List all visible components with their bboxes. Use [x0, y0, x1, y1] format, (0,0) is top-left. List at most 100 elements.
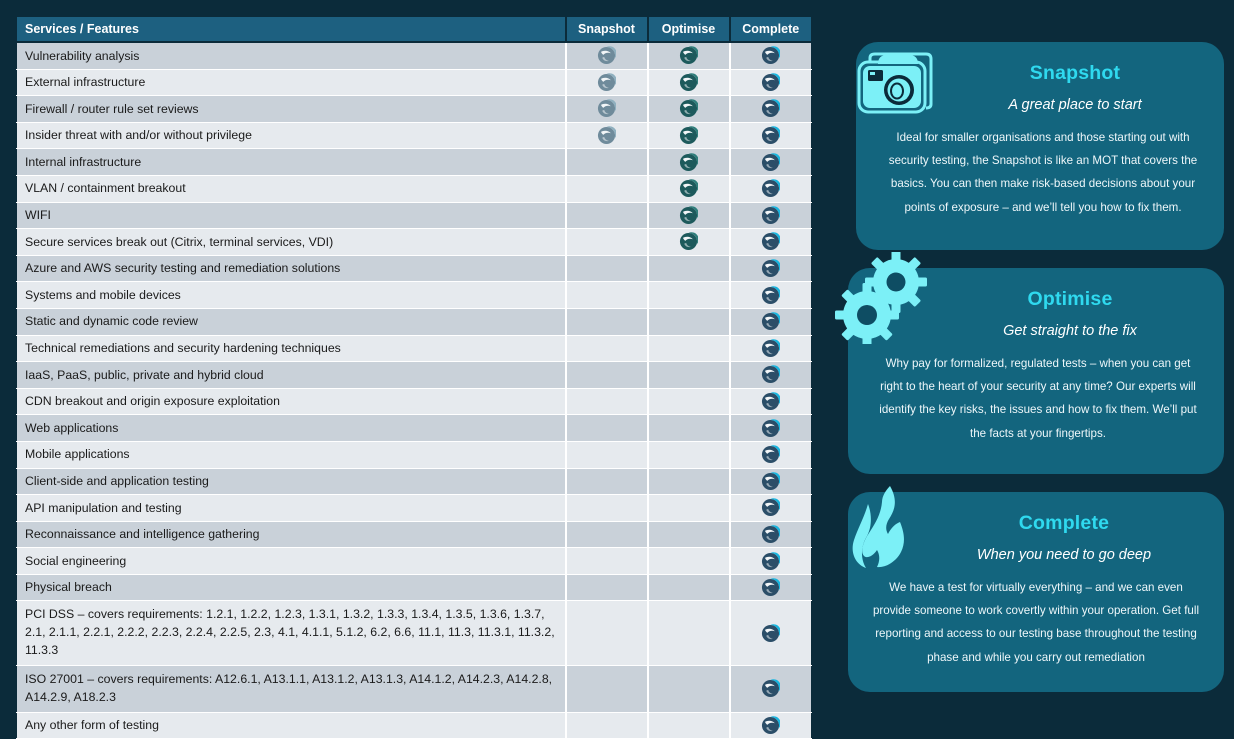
feature-name-cell: Mobile applications — [16, 441, 567, 469]
cell-complete — [729, 441, 812, 469]
cell-complete — [729, 255, 812, 283]
feature-name-cell: VLAN / containment breakout — [16, 175, 567, 203]
complete-check-logo-icon — [761, 259, 781, 278]
cell-optimise — [647, 600, 731, 666]
complete-check-logo-icon — [761, 418, 781, 438]
cell-snapshot — [565, 712, 649, 739]
cell-snapshot — [565, 574, 649, 602]
cell-snapshot — [565, 468, 649, 496]
cell-optimise — [647, 228, 731, 256]
table-row: WIFI — [16, 202, 812, 230]
complete-check-logo-icon — [761, 445, 781, 464]
cell-snapshot — [565, 494, 649, 522]
cell-snapshot — [565, 228, 649, 256]
cell-complete — [729, 600, 812, 666]
complete-check-logo-icon — [761, 179, 781, 198]
complete-check-logo-icon — [761, 312, 781, 331]
cell-complete — [729, 122, 812, 150]
cell-complete — [729, 148, 812, 176]
feature-name-cell: ISO 27001 – covers requirements: A12.6.1… — [16, 665, 567, 713]
table-row: Physical breach — [16, 574, 812, 602]
services-features-table: Services / Features Snapshot Optimise Co… — [16, 16, 812, 739]
feature-name-cell: Azure and AWS security testing and remed… — [16, 255, 567, 283]
feature-name-cell: PCI DSS – covers requirements: 1.2.1, 1.… — [16, 600, 567, 666]
optimise-check-logo-icon — [679, 232, 698, 251]
complete-check-logo-icon — [761, 232, 781, 251]
cell-snapshot — [565, 414, 649, 442]
cell-snapshot — [565, 95, 649, 123]
complete-check-logo-icon — [761, 578, 781, 597]
cell-snapshot — [565, 42, 649, 70]
complete-check-logo-icon — [761, 679, 781, 698]
cell-snapshot — [565, 69, 649, 97]
cell-complete — [729, 388, 812, 416]
camera-icon — [854, 46, 948, 118]
cell-optimise — [647, 388, 731, 416]
feature-name-cell: External infrastructure — [16, 69, 567, 97]
feature-name-cell: Social engineering — [16, 547, 567, 575]
optimise-check-logo-icon — [679, 179, 698, 198]
cell-snapshot — [565, 665, 649, 713]
table-row: Systems and mobile devices — [16, 281, 812, 309]
tier-cards-panel: Snapshot A great place to start Ideal fo… — [822, 0, 1234, 720]
table-row: Firewall / router rule set reviews — [16, 95, 812, 123]
cell-optimise — [647, 148, 731, 176]
card-snapshot[interactable]: Snapshot A great place to start Ideal fo… — [856, 42, 1224, 250]
cell-snapshot — [565, 361, 649, 389]
table-row: Client-side and application testing — [16, 468, 812, 496]
table-header-row: Services / Features Snapshot Optimise Co… — [16, 16, 812, 43]
table-row: Insider threat with and/or without privi… — [16, 122, 812, 150]
optimise-check-logo-icon — [679, 46, 698, 65]
card-optimise-body: Why pay for formalized, regulated tests … — [879, 357, 1197, 440]
card-complete-body: We have a test for virtually everything … — [872, 581, 1200, 664]
optimise-check-logo-icon — [679, 206, 698, 225]
cell-snapshot — [565, 388, 649, 416]
table-row: Azure and AWS security testing and remed… — [16, 255, 812, 283]
complete-check-logo-icon — [761, 99, 781, 118]
cell-optimise — [647, 69, 731, 97]
feature-name-cell: Any other form of testing — [16, 712, 567, 739]
snapshot-check-logo-icon — [597, 73, 616, 92]
cell-complete — [729, 414, 812, 442]
cell-optimise — [647, 521, 731, 549]
complete-check-logo-icon — [761, 498, 781, 517]
complete-check-logo-icon — [761, 365, 781, 384]
feature-name-cell: Reconnaissance and intelligence gatherin… — [16, 521, 567, 549]
cell-optimise — [647, 414, 731, 442]
card-optimise-subtitle: Get straight to the fix — [1003, 323, 1137, 339]
table-row: Social engineering — [16, 547, 812, 575]
cell-snapshot — [565, 122, 649, 150]
snapshot-check-logo-icon — [597, 126, 616, 145]
snapshot-check-logo-icon — [597, 46, 616, 65]
table-row: ISO 27001 – covers requirements: A12.6.1… — [16, 665, 812, 713]
cell-complete — [729, 42, 812, 70]
cell-complete — [729, 281, 812, 309]
feature-name-cell: Technical remediations and security hard… — [16, 335, 567, 363]
table-row: CDN breakout and origin exposure exploit… — [16, 388, 812, 416]
cell-complete — [729, 308, 812, 336]
feature-name-cell: Web applications — [16, 414, 567, 442]
cell-complete — [729, 494, 812, 522]
table-row: Static and dynamic code review — [16, 308, 812, 336]
complete-check-logo-icon — [761, 716, 781, 735]
card-complete[interactable]: Complete When you need to go deep We hav… — [848, 486, 1224, 692]
cell-complete — [729, 95, 812, 123]
cell-snapshot — [565, 175, 649, 203]
cell-snapshot — [565, 148, 649, 176]
complete-check-logo-icon — [761, 525, 781, 544]
card-optimise[interactable]: Optimise Get straight to the fix Why pay… — [835, 252, 1224, 474]
cell-optimise — [647, 95, 731, 123]
cell-snapshot — [565, 600, 649, 666]
cell-optimise — [647, 361, 731, 389]
feature-name-cell: Physical breach — [16, 574, 567, 602]
table-row: PCI DSS – covers requirements: 1.2.1, 1.… — [16, 600, 812, 666]
cell-complete — [729, 175, 812, 203]
cell-complete — [729, 228, 812, 256]
feature-name-cell: CDN breakout and origin exposure exploit… — [16, 388, 567, 416]
complete-check-logo-icon — [761, 152, 781, 172]
cell-optimise — [647, 441, 731, 469]
cell-optimise — [647, 665, 731, 713]
column-header-complete: Complete — [729, 16, 812, 43]
feature-name-cell: WIFI — [16, 202, 567, 230]
table-row: Technical remediations and security hard… — [16, 335, 812, 363]
